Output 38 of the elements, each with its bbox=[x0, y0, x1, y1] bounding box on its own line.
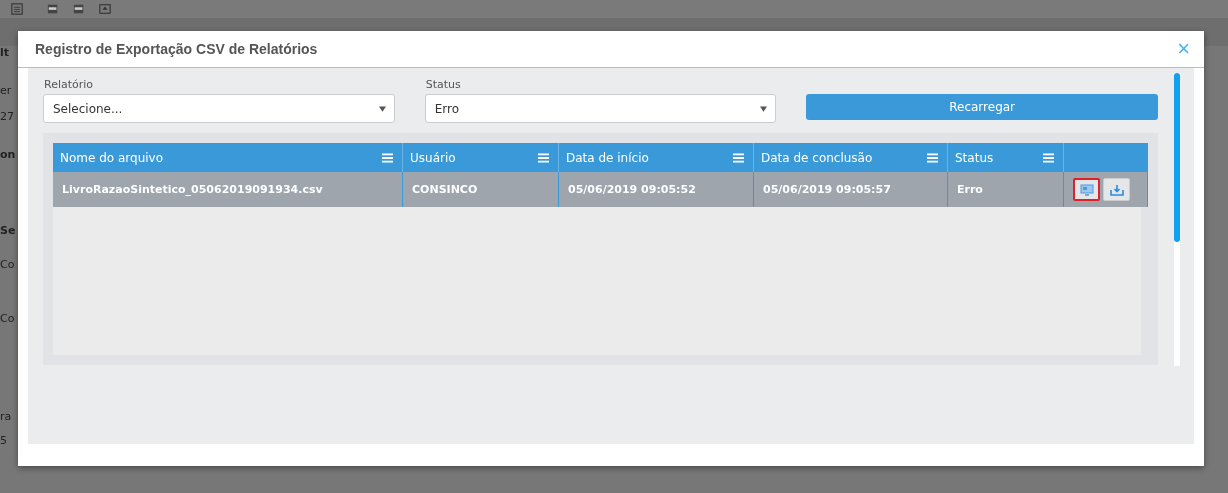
background-text: lt bbox=[0, 46, 10, 60]
background-text: Co bbox=[0, 258, 15, 272]
background-text: 5 bbox=[0, 434, 7, 448]
column-header[interactable]: Status bbox=[948, 143, 1064, 172]
menu-icon[interactable] bbox=[538, 152, 549, 163]
upload-icon[interactable] bbox=[98, 3, 112, 15]
download-button[interactable] bbox=[1103, 178, 1130, 201]
field-label: Relatório bbox=[44, 78, 95, 93]
menu-icon[interactable] bbox=[382, 152, 393, 163]
background-text: on bbox=[0, 148, 16, 162]
background-text: ra bbox=[0, 410, 12, 424]
list-icon[interactable] bbox=[10, 3, 24, 15]
view-button[interactable] bbox=[1073, 178, 1100, 201]
field-label: Status bbox=[425, 78, 462, 93]
download-icon bbox=[1109, 183, 1124, 196]
background-text: 27 bbox=[0, 110, 14, 124]
select-field[interactable]: Erro bbox=[424, 94, 777, 123]
column-header[interactable]: Data de conclusão bbox=[754, 143, 948, 172]
dropdown-arrow-icon[interactable] bbox=[760, 105, 768, 112]
background-text: er bbox=[0, 84, 12, 98]
column-header[interactable]: Usuário bbox=[403, 143, 559, 172]
reload-button[interactable]: Recarregar bbox=[806, 94, 1158, 120]
select-field[interactable]: Selecione... bbox=[43, 94, 395, 123]
menu-icon[interactable] bbox=[1043, 152, 1054, 163]
close-button[interactable]: × bbox=[1177, 38, 1190, 60]
background-text: Co bbox=[0, 312, 15, 326]
menu-icon[interactable] bbox=[733, 152, 744, 163]
document-icon[interactable] bbox=[72, 3, 86, 15]
column-header[interactable]: Nome do arquivo bbox=[53, 143, 403, 172]
column-header[interactable]: Data de início bbox=[559, 143, 754, 172]
dropdown-arrow-icon[interactable] bbox=[378, 105, 386, 112]
document-icon[interactable] bbox=[46, 3, 60, 15]
table-row[interactable]: LivroRazaoSintetico_05062019091934.csv CONSINCO 05/06/2019 09:05:52 05/06/2019 09:05:57 Erro bbox=[53, 172, 1148, 207]
background-text: Se bbox=[0, 224, 16, 238]
monitor-icon bbox=[1079, 183, 1094, 196]
scrollbar[interactable] bbox=[1174, 73, 1180, 366]
menu-icon[interactable] bbox=[927, 152, 938, 163]
dialog-title: Registro de Exportação CSV de Relatórios bbox=[35, 41, 318, 57]
